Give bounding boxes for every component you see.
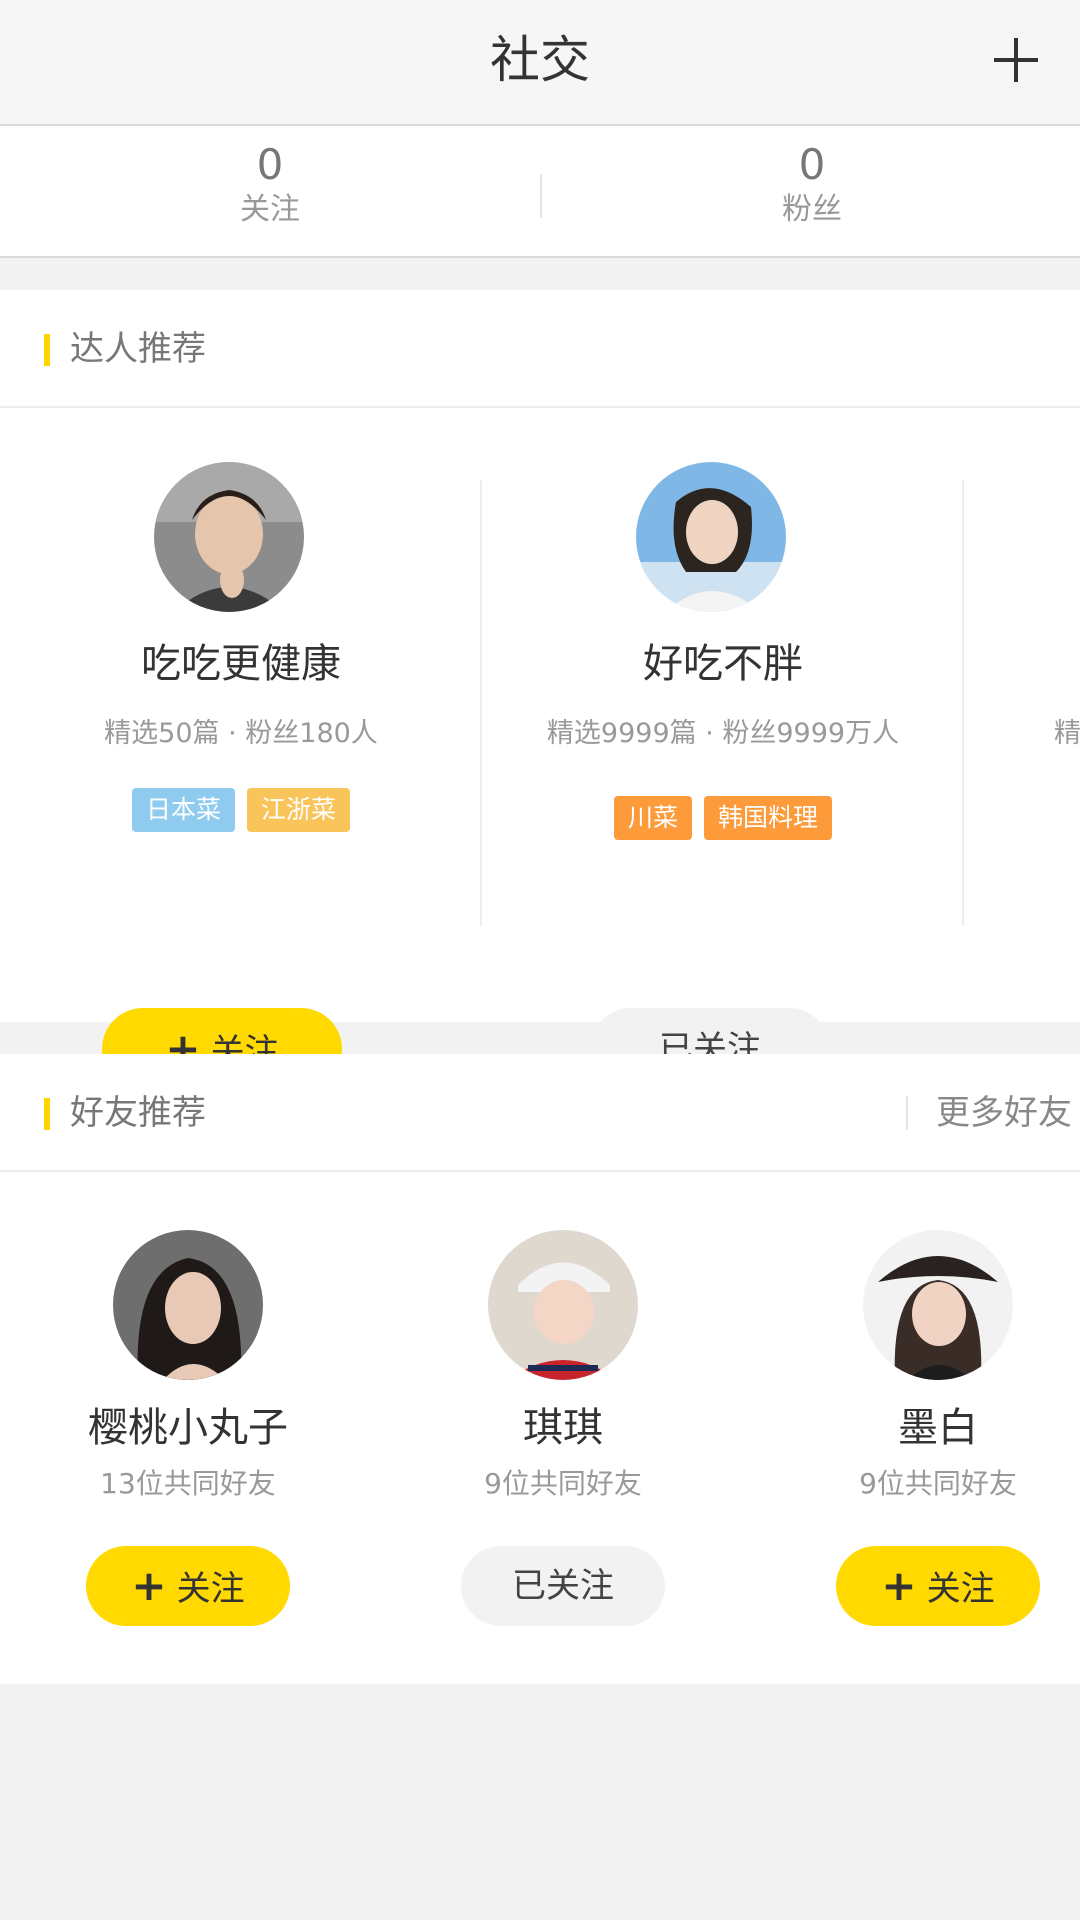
experts-section: 达人推荐 吃吃更健康 精选50篇 · 粉丝180人 日本菜 江浙菜 + 关注 好…: [0, 290, 1080, 1090]
cuisine-tag[interactable]: 韩国料理: [704, 796, 833, 840]
cuisine-tag[interactable]: 川菜: [613, 796, 692, 840]
friends-section: 好友推荐 更多好友 樱桃小丸子 13位共同好友 + 关注 琪琪 9位共同好友 已…: [0, 1054, 1080, 1684]
more-divider: [906, 1096, 908, 1130]
friend-name: 樱桃小丸子: [88, 1405, 288, 1451]
page-title: 社交: [490, 31, 590, 89]
cuisine-tag[interactable]: 江浙菜: [247, 788, 351, 832]
expert-meta: 精选50篇 · 粉丝180人: [104, 718, 378, 749]
experts-section-title: 达人推荐: [70, 329, 206, 369]
friends-section-title: 好友推荐: [70, 1093, 206, 1133]
followed-button[interactable]: 已关注: [461, 1546, 665, 1626]
follow-button-label: 关注: [176, 1569, 245, 1609]
avatar[interactable]: [863, 1230, 1013, 1380]
section-accent-bar: [44, 1098, 50, 1130]
avatar[interactable]: [154, 462, 304, 612]
friend-name: 琪琪: [523, 1405, 603, 1451]
follow-button[interactable]: + 关注: [836, 1546, 1040, 1626]
stats-bar: 0 关注 0 粉丝: [0, 126, 1080, 258]
avatar[interactable]: [488, 1230, 638, 1380]
mutual-friends-count: 9位共同好友: [484, 1467, 642, 1500]
following-count: 0: [256, 140, 284, 189]
expert-card[interactable]: 精: [964, 462, 1080, 982]
follow-button-label: 关注: [926, 1569, 995, 1609]
top-nav-bar: 社交: [0, 0, 1080, 126]
friend-card[interactable]: 樱桃小丸子 13位共同好友 + 关注: [38, 1230, 338, 1650]
friends-section-header: 好友推荐 更多好友: [0, 1054, 1080, 1172]
expert-card[interactable]: 好吃不胖 精选9999篇 · 粉丝9999万人 川菜 韩国料理 已关注: [482, 462, 964, 1090]
fans-stat[interactable]: 0 粉丝: [542, 140, 1080, 230]
friend-card[interactable]: 琪琪 9位共同好友 已关注: [413, 1230, 713, 1650]
following-label: 关注: [240, 192, 300, 227]
mutual-friends-count: 9位共同好友: [859, 1467, 1017, 1500]
friend-name: 墨白: [898, 1405, 978, 1451]
section-accent-bar: [44, 334, 50, 366]
expert-tags: 川菜 韩国料理: [482, 796, 964, 840]
cuisine-tag[interactable]: 日本菜: [131, 788, 235, 832]
expert-meta: 精选9999篇 · 粉丝9999万人: [546, 718, 900, 749]
friend-card[interactable]: 墨白 9位共同好友 + 关注: [788, 1230, 1080, 1650]
avatar[interactable]: [113, 1230, 263, 1380]
more-friends-link[interactable]: 更多好友: [936, 1090, 1072, 1136]
fans-label: 粉丝: [782, 192, 842, 227]
follow-button[interactable]: + 关注: [86, 1546, 290, 1626]
plus-icon[interactable]: [994, 38, 1038, 82]
plus-icon: +: [881, 1561, 917, 1610]
avatar[interactable]: [636, 462, 786, 612]
expert-meta: 精: [1054, 718, 1080, 749]
plus-icon: +: [131, 1561, 167, 1610]
expert-name: 好吃不胖: [643, 641, 803, 687]
mutual-friends-count: 13位共同好友: [100, 1467, 276, 1500]
expert-tags: 日本菜 江浙菜: [0, 788, 482, 832]
expert-name: 吃吃更健康: [141, 641, 341, 687]
experts-section-header: 达人推荐: [0, 290, 1080, 408]
following-stat[interactable]: 0 关注: [0, 140, 540, 230]
fans-count: 0: [798, 140, 826, 189]
expert-card[interactable]: 吃吃更健康 精选50篇 · 粉丝180人 日本菜 江浙菜 + 关注: [0, 462, 482, 1090]
